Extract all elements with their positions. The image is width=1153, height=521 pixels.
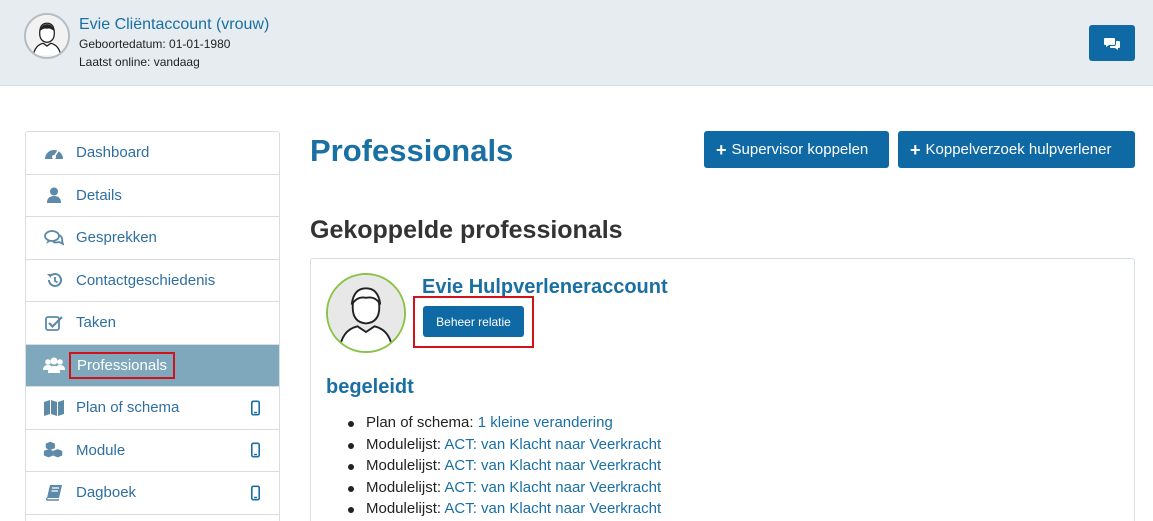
- birth-date: Geboortedatum: 01-01-1980: [79, 37, 231, 51]
- item-prefix: Modulelijst:: [366, 457, 445, 474]
- users-icon: [43, 356, 65, 374]
- avatar[interactable]: [24, 13, 70, 59]
- item-prefix: Modulelijst:: [366, 500, 445, 517]
- sidebar-item-label: Professionals: [69, 351, 176, 379]
- relation-item-list: Plan of schema: 1 kleine verandering Mod…: [348, 414, 661, 521]
- mobile-icon: [251, 485, 260, 501]
- button-label: Supervisor koppelen: [731, 141, 869, 158]
- mobile-icon: [251, 400, 260, 416]
- page-title: Professionals: [310, 133, 514, 168]
- item-prefix: Modulelijst:: [366, 478, 445, 496]
- supervisor-koppelen-button[interactable]: + Supervisor koppelen: [704, 131, 889, 168]
- map-icon: [43, 399, 65, 417]
- item-link[interactable]: ACT: van Klacht naar Veerkracht: [444, 457, 661, 474]
- beheer-relatie-button[interactable]: Beheer relatie: [423, 306, 524, 337]
- sidebar-item-gesprekken[interactable]: Gesprekken: [26, 217, 279, 260]
- comments-icon: [43, 229, 65, 247]
- book-icon: [43, 484, 65, 502]
- professional-card: Evie Hulpverleneraccount Beheer relatie …: [310, 258, 1135, 521]
- list-item: Modulelijst: ACT: van Klacht naar Veerkr…: [348, 457, 661, 479]
- top-header: Evie Cliëntaccount (vrouw) Geboortedatum…: [0, 0, 1153, 86]
- chat-button[interactable]: [1089, 25, 1135, 61]
- list-item: Modulelijst: ACT: van Klacht naar Veerkr…: [348, 479, 661, 501]
- checkbox-icon: [43, 314, 65, 332]
- user-icon: [43, 186, 65, 204]
- plus-icon: +: [716, 139, 727, 160]
- mobile-icon: [251, 442, 260, 458]
- sidebar-item-details[interactable]: Details: [26, 174, 279, 217]
- sidebar-item-taken[interactable]: Taken: [26, 302, 279, 345]
- sidebar-item-contactgeschiedenis[interactable]: Contactgeschiedenis: [26, 259, 279, 302]
- sidebar-item-module[interactable]: Module: [26, 429, 279, 472]
- sidebar-item-dagboek[interactable]: Dagboek: [26, 472, 279, 515]
- person-avatar-icon: [26, 15, 68, 57]
- sidebar-item-professionals[interactable]: Professionals: [26, 344, 279, 387]
- plus-icon: +: [910, 139, 921, 160]
- person-avatar-icon: [328, 275, 404, 351]
- dashboard-icon: [43, 144, 65, 162]
- item-prefix: Plan of schema:: [366, 414, 478, 431]
- sidebar-item-dashboard[interactable]: Dashboard: [26, 132, 279, 175]
- highlight-box: Beheer relatie: [413, 296, 534, 348]
- sidebar-item-label: Plan of schema: [76, 399, 180, 417]
- client-name[interactable]: Evie Cliëntaccount (vrouw): [79, 16, 269, 34]
- section-title: Gekoppelde professionals: [310, 216, 623, 244]
- sidebar-item-label: Dashboard: [76, 144, 150, 162]
- professional-avatar: [326, 273, 406, 353]
- sidebar-item-label: Taken: [76, 314, 117, 332]
- history-icon: [43, 271, 65, 289]
- sidebar-nav: Dashboard Details Gesprekken Contactgesc…: [25, 131, 280, 521]
- koppelverzoek-hulpverlener-button[interactable]: + Koppelverzoek hulpverlener: [898, 131, 1135, 168]
- list-item: Modulelijst: ACT: van Klacht naar Veerkr…: [348, 500, 661, 521]
- sidebar-item-label: Gesprekken: [76, 229, 157, 247]
- item-link[interactable]: ACT: van Klacht naar Veerkracht: [444, 479, 661, 496]
- item-link[interactable]: ACT: van Klacht naar Veerkracht: [444, 500, 661, 517]
- sidebar-item-label: Contactgeschiedenis: [76, 271, 216, 289]
- item-link[interactable]: ACT: van Klacht naar Veerkracht: [444, 436, 661, 453]
- relation-type: begeleidt: [326, 376, 414, 398]
- last-online: Laatst online: vandaag: [79, 55, 200, 69]
- comments-icon: [1104, 37, 1120, 50]
- sidebar-item-label: Details: [76, 186, 122, 204]
- item-link[interactable]: 1 kleine verandering: [478, 414, 613, 431]
- list-item: Plan of schema: 1 kleine verandering: [348, 414, 661, 436]
- list-item: Modulelijst: ACT: van Klacht naar Veerkr…: [348, 436, 661, 458]
- sidebar-item-plan-of-schema[interactable]: Plan of schema: [26, 387, 279, 430]
- sidebar-item-label: Dagboek: [76, 484, 137, 502]
- button-label: Koppelverzoek hulpverlener: [925, 141, 1112, 158]
- cubes-icon: [43, 441, 65, 459]
- sidebar-item-label: Module: [76, 441, 126, 459]
- item-prefix: Modulelijst:: [366, 435, 445, 453]
